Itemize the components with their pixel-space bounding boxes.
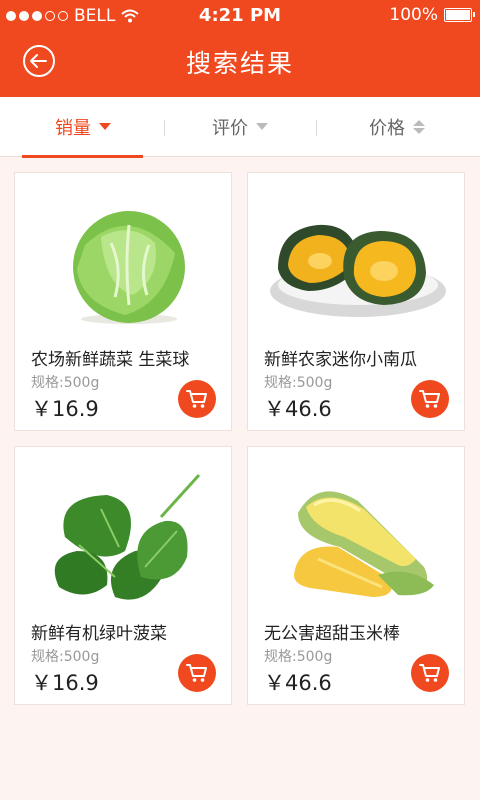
caret-down-icon — [256, 123, 268, 130]
tab-divider — [164, 120, 165, 136]
product-name: 新鲜农家迷你小南瓜 — [264, 350, 417, 370]
status-bar: BELL 4:21 PM 100% — [0, 0, 480, 32]
product-spec: 规格:500g — [264, 375, 333, 391]
product-spec: 规格:500g — [31, 649, 100, 665]
corn-image — [294, 491, 434, 597]
active-tab-indicator — [22, 155, 143, 158]
product-card[interactable]: 无公害超甜玉米棒 规格:500g ￥46.6 — [247, 446, 465, 705]
product-name: 农场新鲜蔬菜 生菜球 — [31, 350, 190, 370]
cart-icon — [186, 390, 207, 408]
add-to-cart-button[interactable] — [178, 654, 216, 692]
product-name: 无公害超甜玉米棒 — [264, 624, 400, 644]
app-header: BELL 4:21 PM 100% 搜索结果 — [0, 0, 480, 97]
tab-rating[interactable]: 评价 — [165, 97, 315, 157]
product-price: ￥16.9 — [31, 397, 99, 421]
battery-percent: 100% — [389, 5, 438, 25]
tab-label: 销量 — [55, 118, 91, 139]
tab-label: 价格 — [369, 118, 405, 139]
product-card[interactable]: 新鲜有机绿叶菠菜 规格:500g ￥16.9 — [14, 446, 232, 705]
product-price: ￥46.6 — [264, 397, 332, 421]
cart-icon — [419, 664, 440, 682]
spinach-image — [54, 473, 201, 600]
cart-icon — [186, 664, 207, 682]
battery-icon — [444, 8, 475, 22]
caret-down-icon — [99, 123, 111, 130]
lettuce-image — [73, 211, 185, 324]
add-to-cart-button[interactable] — [411, 654, 449, 692]
tab-sales[interactable]: 销量 — [8, 97, 158, 157]
page-title: 搜索结果 — [185, 49, 294, 78]
tab-label: 评价 — [212, 118, 248, 139]
sort-tabbar: 销量 评价 价格 — [0, 97, 480, 157]
status-right: 100% — [389, 5, 475, 25]
product-price: ￥46.6 — [264, 671, 332, 695]
product-price: ￥16.9 — [31, 671, 99, 695]
tab-price[interactable]: 价格 — [322, 97, 472, 157]
product-name: 新鲜有机绿叶菠菜 — [31, 624, 167, 644]
pumpkin-image — [270, 224, 446, 317]
sort-updown-icon — [413, 120, 425, 134]
add-to-cart-button[interactable] — [411, 380, 449, 418]
add-to-cart-button[interactable] — [178, 380, 216, 418]
product-card[interactable]: 农场新鲜蔬菜 生菜球 规格:500g ￥16.9 — [14, 172, 232, 431]
product-spec: 规格:500g — [31, 375, 100, 391]
cart-icon — [419, 390, 440, 408]
tab-divider — [316, 120, 317, 136]
product-card[interactable]: 新鲜农家迷你小南瓜 规格:500g ￥46.6 — [247, 172, 465, 431]
product-spec: 规格:500g — [264, 649, 333, 665]
